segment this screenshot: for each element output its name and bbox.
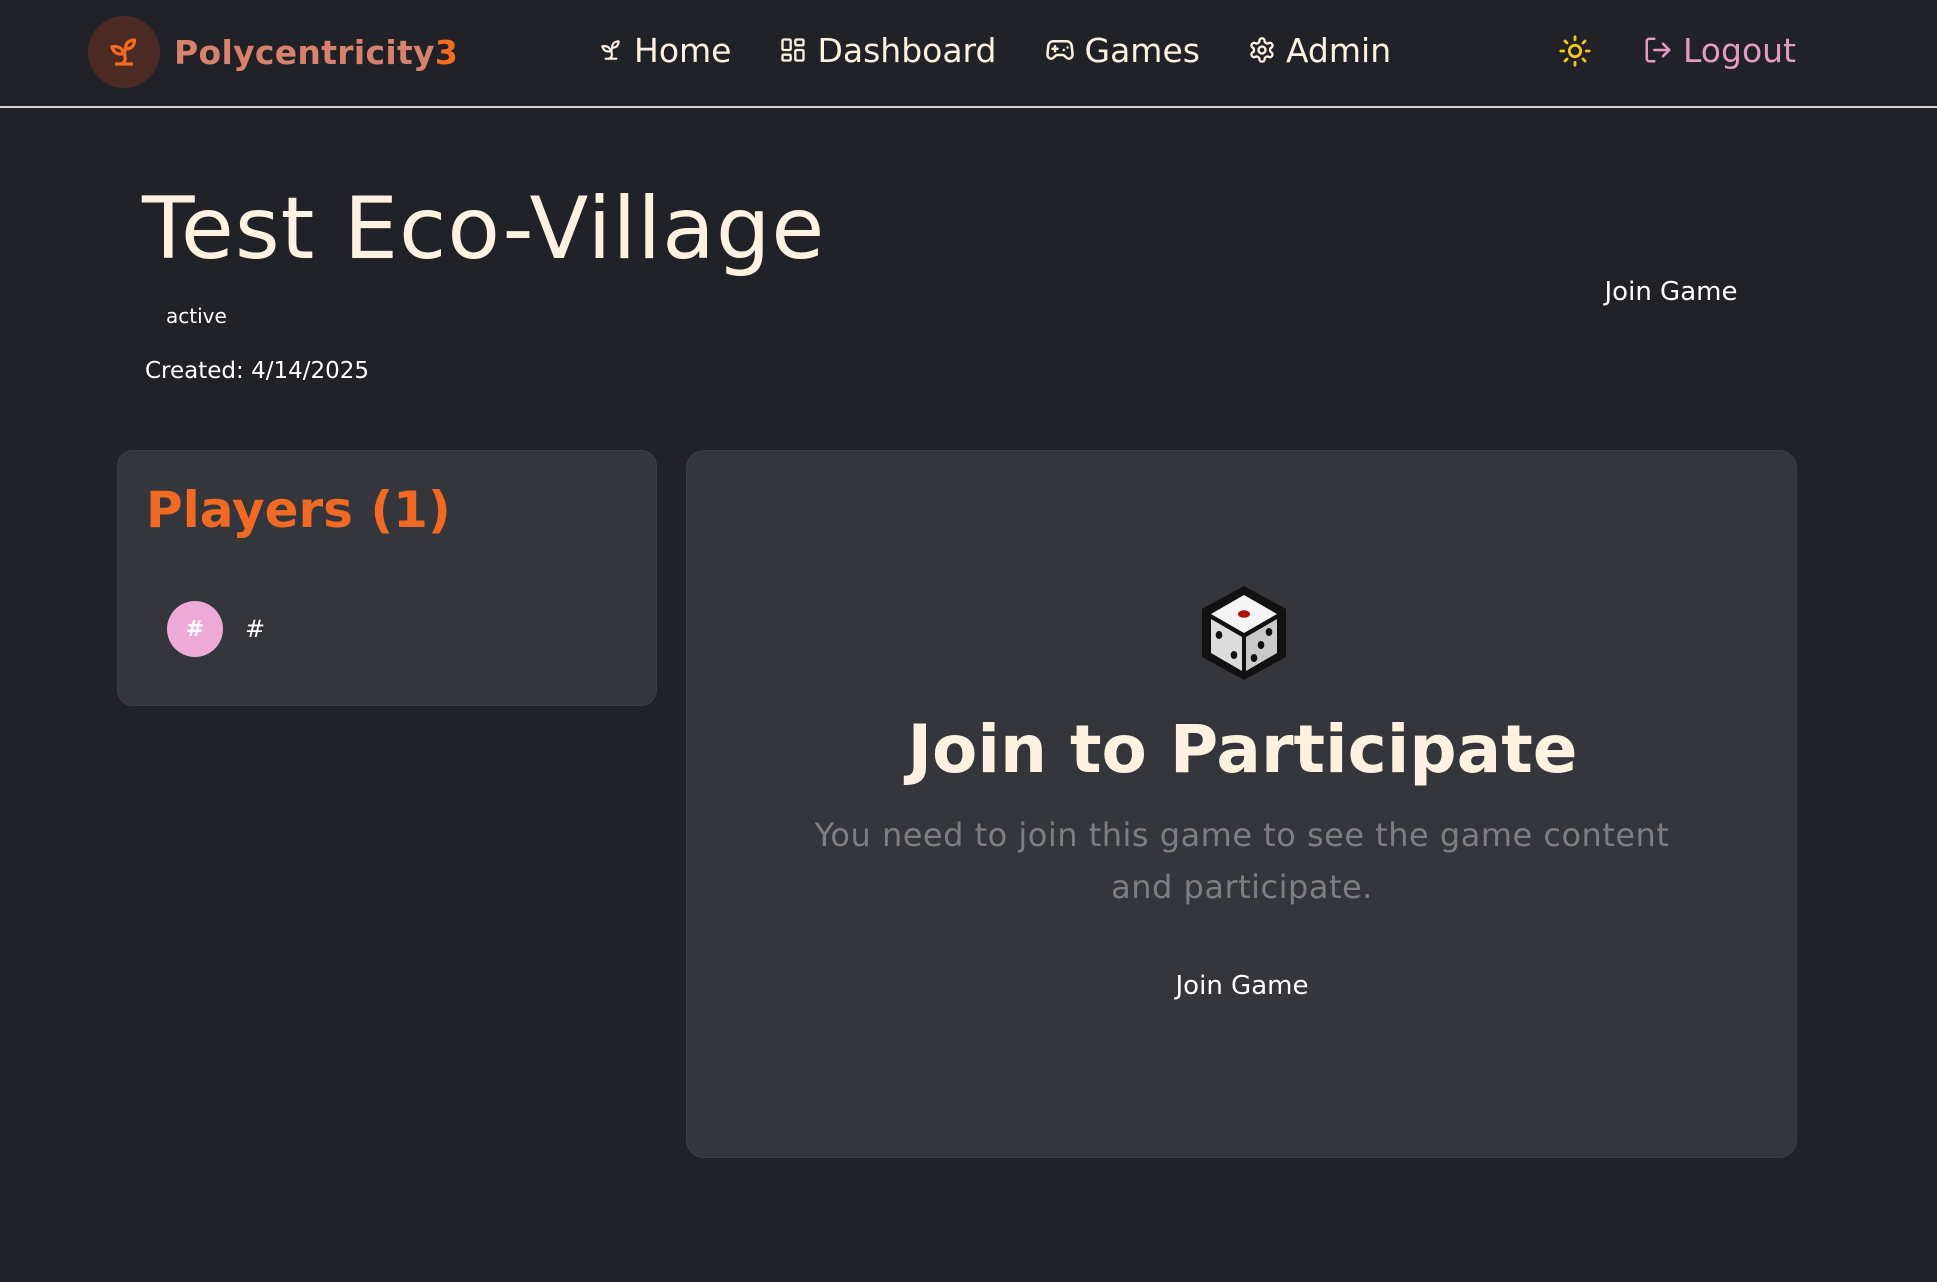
join-to-participate-card: Join to Participate You need to join thi… <box>686 450 1797 1158</box>
player-name: # <box>245 615 266 643</box>
page-title: Test Eco-Village <box>142 179 826 279</box>
participate-description: You need to join this game to see the ga… <box>814 816 1670 906</box>
gamepad-icon <box>1045 40 1074 60</box>
nav-games-label: Games <box>1084 30 1200 70</box>
sprout-icon <box>601 40 620 60</box>
main-nav: Home Dashboard Games Admin <box>598 24 1391 76</box>
logout-label: Logout <box>1683 30 1796 70</box>
status-badge: active <box>166 304 227 328</box>
brand-name-suffix: 3 <box>434 32 459 72</box>
logout-button[interactable]: Logout <box>1643 24 1796 76</box>
players-card: Players (1) # # <box>117 450 657 706</box>
nav-admin-link[interactable]: Admin <box>1248 31 1391 70</box>
theme-toggle-button[interactable] <box>1558 34 1592 68</box>
nav-dashboard-label: Dashboard <box>817 30 997 70</box>
players-title: Players (1) <box>146 481 451 539</box>
sprout-logo-icon <box>88 16 160 88</box>
nav-admin-label: Admin <box>1285 30 1392 70</box>
top-navbar: Polycentricity3 Home Dashboard Games Adm… <box>0 0 1937 108</box>
player-list-item[interactable]: # # <box>167 601 265 657</box>
join-game-button[interactable]: Join Game <box>1142 961 1342 1011</box>
nav-home-link[interactable]: Home <box>598 31 731 70</box>
participate-title: Join to Participate <box>907 711 1578 788</box>
grid-icon <box>781 38 806 62</box>
nav-dashboard-link[interactable]: Dashboard <box>779 30 997 70</box>
nav-home-label: Home <box>634 30 732 70</box>
logout-icon <box>1645 37 1671 63</box>
brand-name: Polycentricity3 <box>174 33 458 72</box>
avatar: # <box>167 601 223 657</box>
gear-icon <box>1250 37 1274 63</box>
brand-name-text: Polycentricity <box>174 32 435 72</box>
nav-games-link[interactable]: Games <box>1045 31 1200 70</box>
brand-link[interactable]: Polycentricity3 <box>88 16 458 88</box>
join-game-button-header[interactable]: Join Game <box>1576 268 1766 316</box>
sun-icon <box>1559 35 1591 67</box>
created-date: Created: 4/14/2025 <box>145 358 370 384</box>
dice-icon <box>1202 586 1286 680</box>
